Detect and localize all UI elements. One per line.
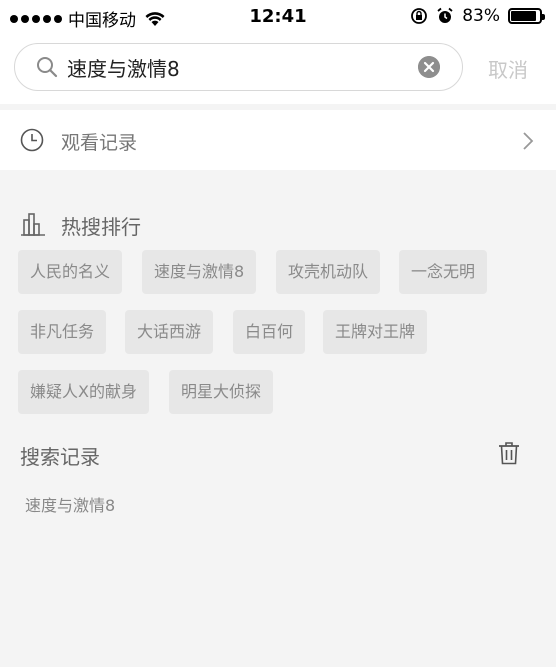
watch-history-label: 观看记录 — [61, 132, 138, 154]
search-icon — [37, 57, 58, 78]
trash-icon[interactable] — [498, 441, 520, 465]
hot-tag[interactable]: 明星大侦探 — [169, 370, 274, 414]
status-right: 83% — [410, 6, 545, 26]
alarm-icon — [437, 7, 453, 23]
search-input[interactable] — [67, 49, 407, 85]
search-box[interactable] — [14, 43, 463, 91]
clear-circle-icon[interactable] — [418, 56, 440, 78]
hot-tag[interactable]: 王牌对王牌 — [323, 310, 428, 354]
search-screen: 中国移动 12:41 83% 速度与激情8 取消 观看记录 热搜排行 人民的名义… — [0, 0, 556, 667]
chevron-right-icon — [523, 132, 534, 150]
hot-tag[interactable]: 嫌疑人X的献身 — [18, 370, 149, 414]
hot-tag[interactable]: 非凡任务 — [18, 310, 107, 354]
battery-fill — [511, 11, 536, 21]
hot-tag[interactable]: 速度与激情8 — [142, 250, 257, 294]
search-records-title: 搜索记录 — [20, 445, 100, 469]
battery-icon — [508, 8, 545, 24]
hot-tag[interactable]: 人民的名义 — [18, 250, 123, 294]
hot-tag[interactable]: 白百何 — [233, 310, 306, 354]
watch-history-row[interactable]: 观看记录 — [0, 110, 556, 170]
status-bar: 中国移动 12:41 83% — [0, 0, 556, 34]
hot-tag[interactable]: 一念无明 — [399, 250, 488, 294]
hot-tag[interactable]: 大话西游 — [125, 310, 214, 354]
battery-percent: 83% — [462, 6, 500, 26]
cancel-button[interactable]: 取消 — [488, 54, 528, 83]
clock-icon — [20, 128, 44, 152]
search-header: 取消 — [0, 34, 556, 104]
rotation-lock-icon — [411, 8, 428, 24]
search-record-item[interactable]: 速度与激情8 — [25, 492, 115, 516]
hot-ranking-title: 热搜排行 — [61, 215, 141, 239]
bar-chart-icon — [21, 213, 45, 236]
hot-ranking-header: 热搜排行 — [0, 206, 556, 242]
hot-tag[interactable]: 攻壳机动队 — [276, 250, 381, 294]
